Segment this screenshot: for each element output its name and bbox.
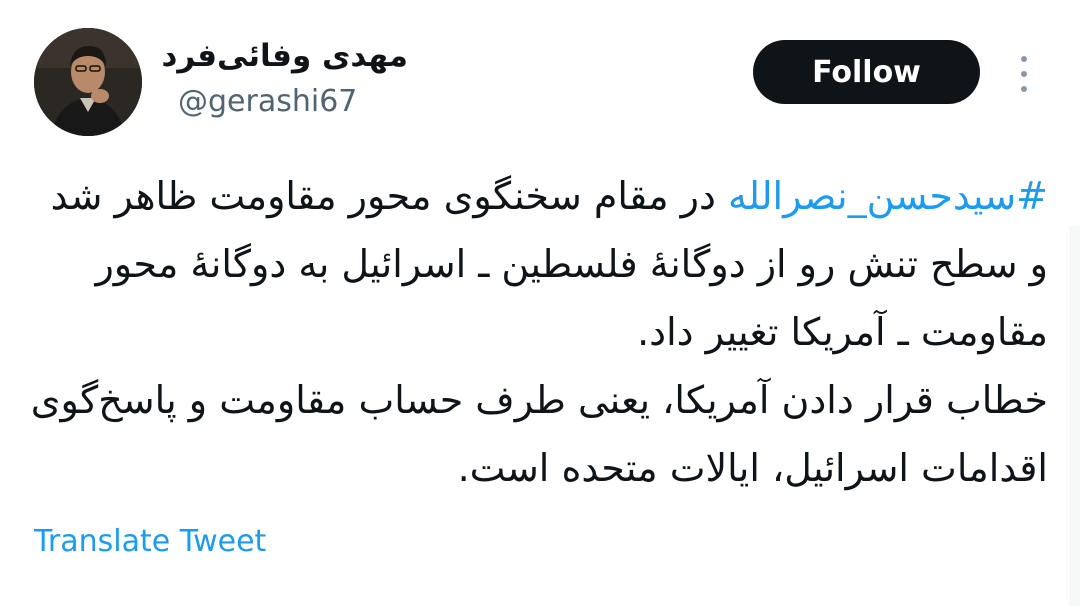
hashtag-link[interactable]: #سیدحسن_نصرالله: [728, 174, 1048, 218]
vertical-ellipsis-icon[interactable]: [1010, 52, 1038, 96]
follow-button[interactable]: Follow: [753, 40, 980, 104]
scrollbar-track[interactable]: [1070, 226, 1080, 606]
avatar[interactable]: [34, 28, 142, 136]
author-display-name[interactable]: مهدی وفائی‌فرد: [162, 34, 408, 78]
translate-tweet-link[interactable]: Translate Tweet: [34, 522, 266, 562]
tweet-text: #سیدحسن_نصرالله در مقام سخنگوی محور مقاو…: [28, 162, 1048, 502]
author-handle[interactable]: @gerashi67: [178, 82, 357, 122]
tweet-paragraph-1: #سیدحسن_نصرالله در مقام سخنگوی محور مقاو…: [28, 162, 1048, 366]
tweet-paragraph-2: خطاب قرار دادن آمریکا، یعنی طرف حساب مقا…: [30, 378, 1048, 490]
profile-photo: [34, 28, 142, 136]
